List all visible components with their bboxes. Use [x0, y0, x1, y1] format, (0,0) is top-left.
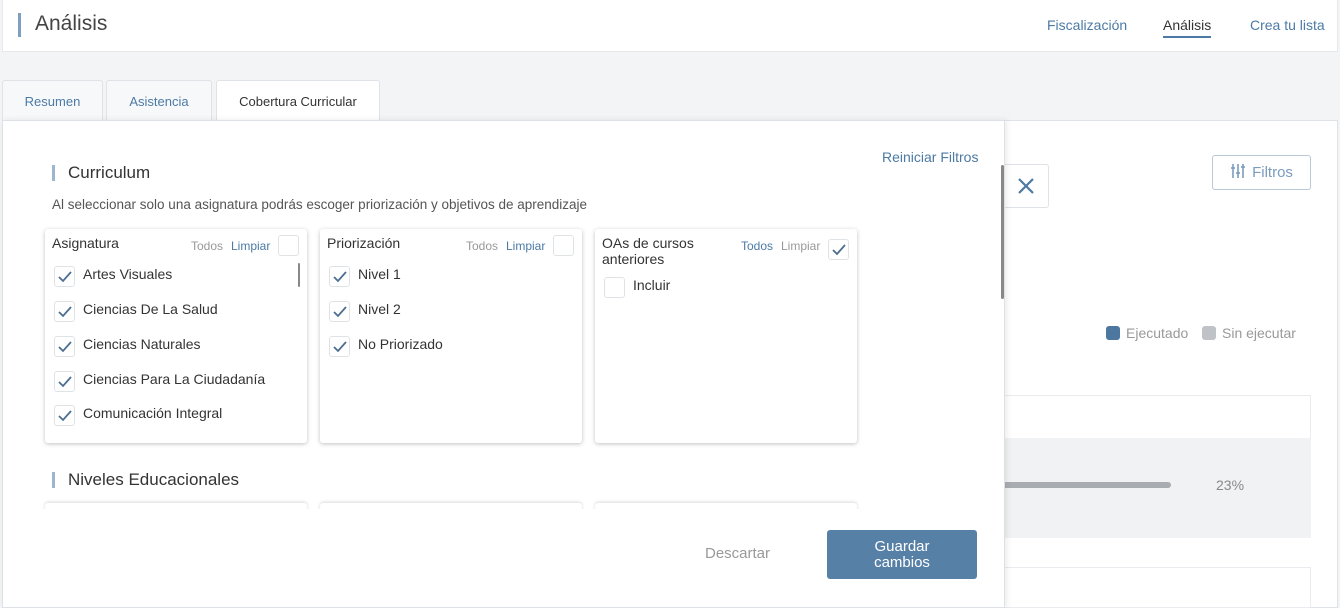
filtros-button[interactable]: Filtros	[1212, 155, 1311, 190]
asignatura-limpiar-button[interactable]: Limpiar	[231, 239, 270, 253]
save-changes-button[interactable]: Guardar cambios	[827, 530, 977, 579]
asignatura-scrollbar[interactable]	[298, 263, 300, 287]
page-title: Análisis	[35, 12, 108, 35]
checkbox[interactable]	[54, 336, 75, 357]
checkbox[interactable]	[329, 301, 350, 322]
reset-filters-link[interactable]: Reiniciar Filtros	[882, 149, 978, 165]
legend-sin-ejecutar: Sin ejecutar	[1202, 325, 1296, 341]
asignatura-todos-button[interactable]: Todos	[191, 239, 223, 253]
checkbox[interactable]	[604, 277, 625, 298]
progress-percentage: 23%	[1216, 477, 1245, 493]
section-title-curriculum: Curriculum	[68, 163, 151, 182]
asignatura-item-label: Ciencias Para La Ciudadanía	[83, 371, 266, 387]
asignatura-title: Asignatura	[52, 235, 119, 251]
legend-swatch-ejecutado	[1106, 326, 1120, 340]
title-accent-bar	[18, 13, 21, 37]
asignatura-item[interactable]: Comunicación Integral	[45, 402, 290, 426]
oas-item[interactable]: Incluir	[595, 274, 840, 298]
legend-label-ejecutado: Ejecutado	[1126, 325, 1189, 341]
close-icon	[1017, 171, 1035, 202]
asignatura-filter-card: Asignatura Todos Limpiar Artes Visuales …	[45, 229, 307, 443]
priorizacion-item[interactable]: Nivel 2	[320, 298, 565, 322]
priorizacion-item-label: No Priorizado	[358, 336, 443, 352]
oas-limpiar-button[interactable]: Limpiar	[781, 239, 820, 253]
legend-label-sin-ejecutar: Sin ejecutar	[1222, 325, 1296, 341]
section-accent-bar	[52, 472, 55, 488]
nav-crea-tu-lista[interactable]: Crea tu lista	[1250, 17, 1325, 33]
priorizacion-filter-card: Priorización Todos Limpiar Nivel 1 Nivel…	[320, 229, 582, 443]
table-row: 23%	[1000, 438, 1311, 538]
asignatura-item-label: Comunicación Integral	[83, 405, 223, 421]
priorizacion-title: Priorización	[327, 235, 401, 251]
asignatura-item[interactable]: Ciencias De La Salud	[45, 298, 290, 322]
priorizacion-todos-button[interactable]: Todos	[466, 239, 498, 253]
tab-asistencia[interactable]: Asistencia	[106, 80, 212, 121]
filtros-label: Filtros	[1252, 164, 1293, 181]
asignatura-item-label: Ciencias De La Salud	[83, 301, 218, 317]
progress-bar	[1000, 482, 1171, 488]
checkbox[interactable]	[54, 405, 75, 426]
asignatura-select-all-checkbox[interactable]	[278, 235, 299, 256]
priorizacion-limpiar-button[interactable]: Limpiar	[506, 239, 545, 253]
checkbox[interactable]	[54, 301, 75, 322]
priorizacion-item-label: Nivel 1	[358, 266, 401, 282]
top-header: Análisis	[2, 0, 1338, 52]
asignatura-item-label: Artes Visuales	[83, 266, 173, 282]
close-filters-button[interactable]	[1002, 164, 1049, 208]
tab-cobertura-curricular[interactable]: Cobertura Curricular	[216, 80, 380, 122]
discard-button[interactable]: Descartar	[705, 545, 770, 562]
section-title-niveles: Niveles Educacionales	[68, 470, 240, 489]
oas-todos-button[interactable]: Todos	[741, 239, 773, 253]
sliders-icon	[1230, 163, 1246, 183]
asignatura-item-label: Ciencias Naturales	[83, 336, 201, 352]
oas-select-all-checkbox[interactable]	[828, 239, 849, 260]
checkbox[interactable]	[54, 266, 75, 287]
table-row	[1000, 567, 1311, 608]
oas-title: OAs de cursos anteriores	[602, 235, 694, 267]
nav-fiscalizacion[interactable]: Fiscalización	[1047, 17, 1127, 33]
checkbox[interactable]	[329, 266, 350, 287]
oas-filter-card: OAs de cursos anteriores Todos Limpiar I…	[595, 229, 857, 443]
priorizacion-item-label: Nivel 2	[358, 301, 401, 317]
checkbox[interactable]	[54, 371, 75, 392]
asignatura-item[interactable]: Artes Visuales	[45, 263, 290, 287]
legend-swatch-sin-ejecutar	[1202, 326, 1216, 340]
nav-analisis[interactable]: Análisis	[1163, 17, 1212, 38]
priorizacion-select-all-checkbox[interactable]	[553, 235, 574, 256]
panel-scrollbar[interactable]	[1001, 165, 1004, 299]
help-text: Al seleccionar solo una asignatura podrá…	[52, 197, 588, 212]
oas-item-label: Incluir	[633, 277, 671, 293]
checkbox[interactable]	[329, 336, 350, 357]
asignatura-item[interactable]: Ciencias Naturales	[45, 333, 290, 357]
filters-panel: Reiniciar Filtros Curriculum Al seleccio…	[2, 120, 1005, 608]
table-header-row	[1000, 395, 1311, 439]
priorizacion-item[interactable]: Nivel 1	[320, 263, 565, 287]
tab-resumen[interactable]: Resumen	[2, 80, 103, 121]
priorizacion-item[interactable]: No Priorizado	[320, 333, 565, 357]
section-accent-bar	[52, 165, 55, 181]
asignatura-item[interactable]: Ciencias Para La Ciudadanía	[45, 368, 290, 392]
legend-ejecutado: Ejecutado	[1106, 325, 1188, 341]
